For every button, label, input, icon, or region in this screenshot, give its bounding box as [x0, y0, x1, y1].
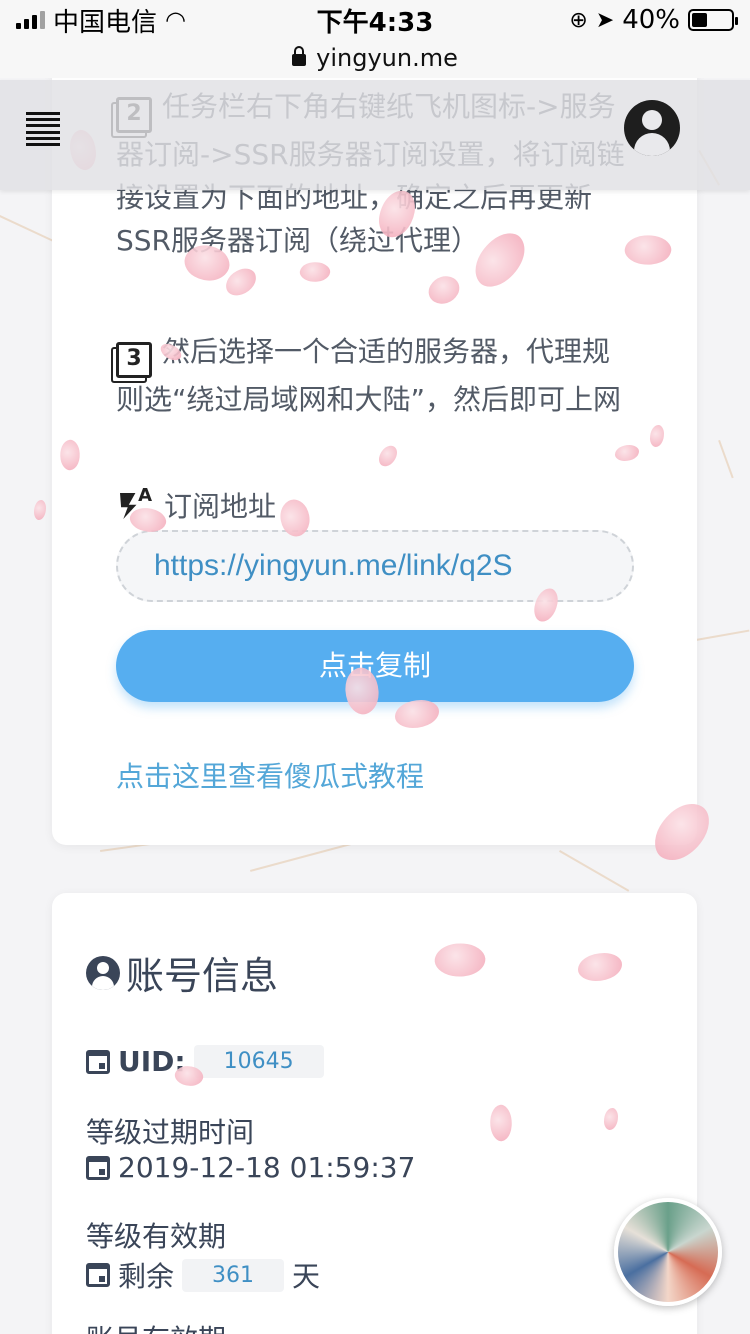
remaining-row: 剩余 361 天: [86, 1255, 320, 1295]
location-icon: ➤: [595, 7, 615, 33]
level-expire-label: 等级过期时间: [86, 1116, 255, 1149]
subscription-label-text: 订阅地址: [164, 490, 277, 523]
carrier-name: 中国电信: [53, 7, 158, 38]
status-time: 下午4:33: [316, 7, 434, 38]
decor-line: [718, 440, 734, 479]
decor-line: [559, 850, 630, 892]
decor-line: [0, 215, 55, 243]
tutorial-link[interactable]: 点击这里查看傻瓜式教程: [116, 755, 424, 795]
uid-row: UID: 10645: [86, 1045, 324, 1078]
level-expire-value: 2019-12-18 01:59:37: [118, 1151, 416, 1184]
url-domain: yingyun.me: [316, 44, 458, 72]
subscription-url-input[interactable]: https://yingyun.me/link/q2S: [116, 530, 634, 602]
calendar-icon: [86, 1155, 110, 1180]
level-expire-row: 2019-12-18 01:59:37: [86, 1151, 415, 1184]
step-3-text: 然后选择一个合适的服务器，代理规则选“绕过局域网和大陆”，然后即可上网: [116, 335, 622, 416]
step-3: 3 然后选择一个合适的服务器，代理规则选“绕过局域网和大陆”，然后即可上网: [116, 330, 636, 421]
menu-icon[interactable]: [26, 112, 60, 146]
lock-icon: [292, 46, 307, 66]
battery-percent: 40%: [622, 5, 680, 35]
filter-3-icon: 3: [116, 342, 152, 378]
level-valid-label: 等级有效期: [86, 1220, 227, 1253]
remaining-days-badge: 361: [182, 1258, 285, 1292]
top-nav: [0, 80, 750, 190]
user-avatar-icon[interactable]: [624, 100, 680, 156]
wifi-icon: ◠: [165, 6, 186, 34]
calendar-icon: [86, 1049, 110, 1074]
account-valid-label: 账号有效期: [86, 1318, 226, 1334]
rotation-lock-icon: ⊕: [569, 7, 588, 33]
status-bar: 中国电信 ◠ 下午4:33 ⊕ ➤ 40%: [0, 0, 750, 40]
url-bar[interactable]: yingyun.me: [0, 38, 750, 78]
battery-icon: [688, 9, 738, 31]
floating-avatar[interactable]: [614, 1198, 722, 1306]
remaining-suffix: 天: [292, 1260, 321, 1293]
calendar-icon: [86, 1263, 110, 1287]
petal-decoration: [34, 500, 46, 520]
account-title-text: 账号信息: [126, 954, 279, 998]
account-title: 账号信息: [86, 945, 278, 1000]
uid-badge: 10645: [193, 1045, 324, 1078]
account-circle-icon: [86, 955, 120, 990]
remaining-prefix: 剩余: [118, 1260, 175, 1293]
decor-line: [690, 629, 750, 642]
signal-icon: [16, 11, 45, 29]
